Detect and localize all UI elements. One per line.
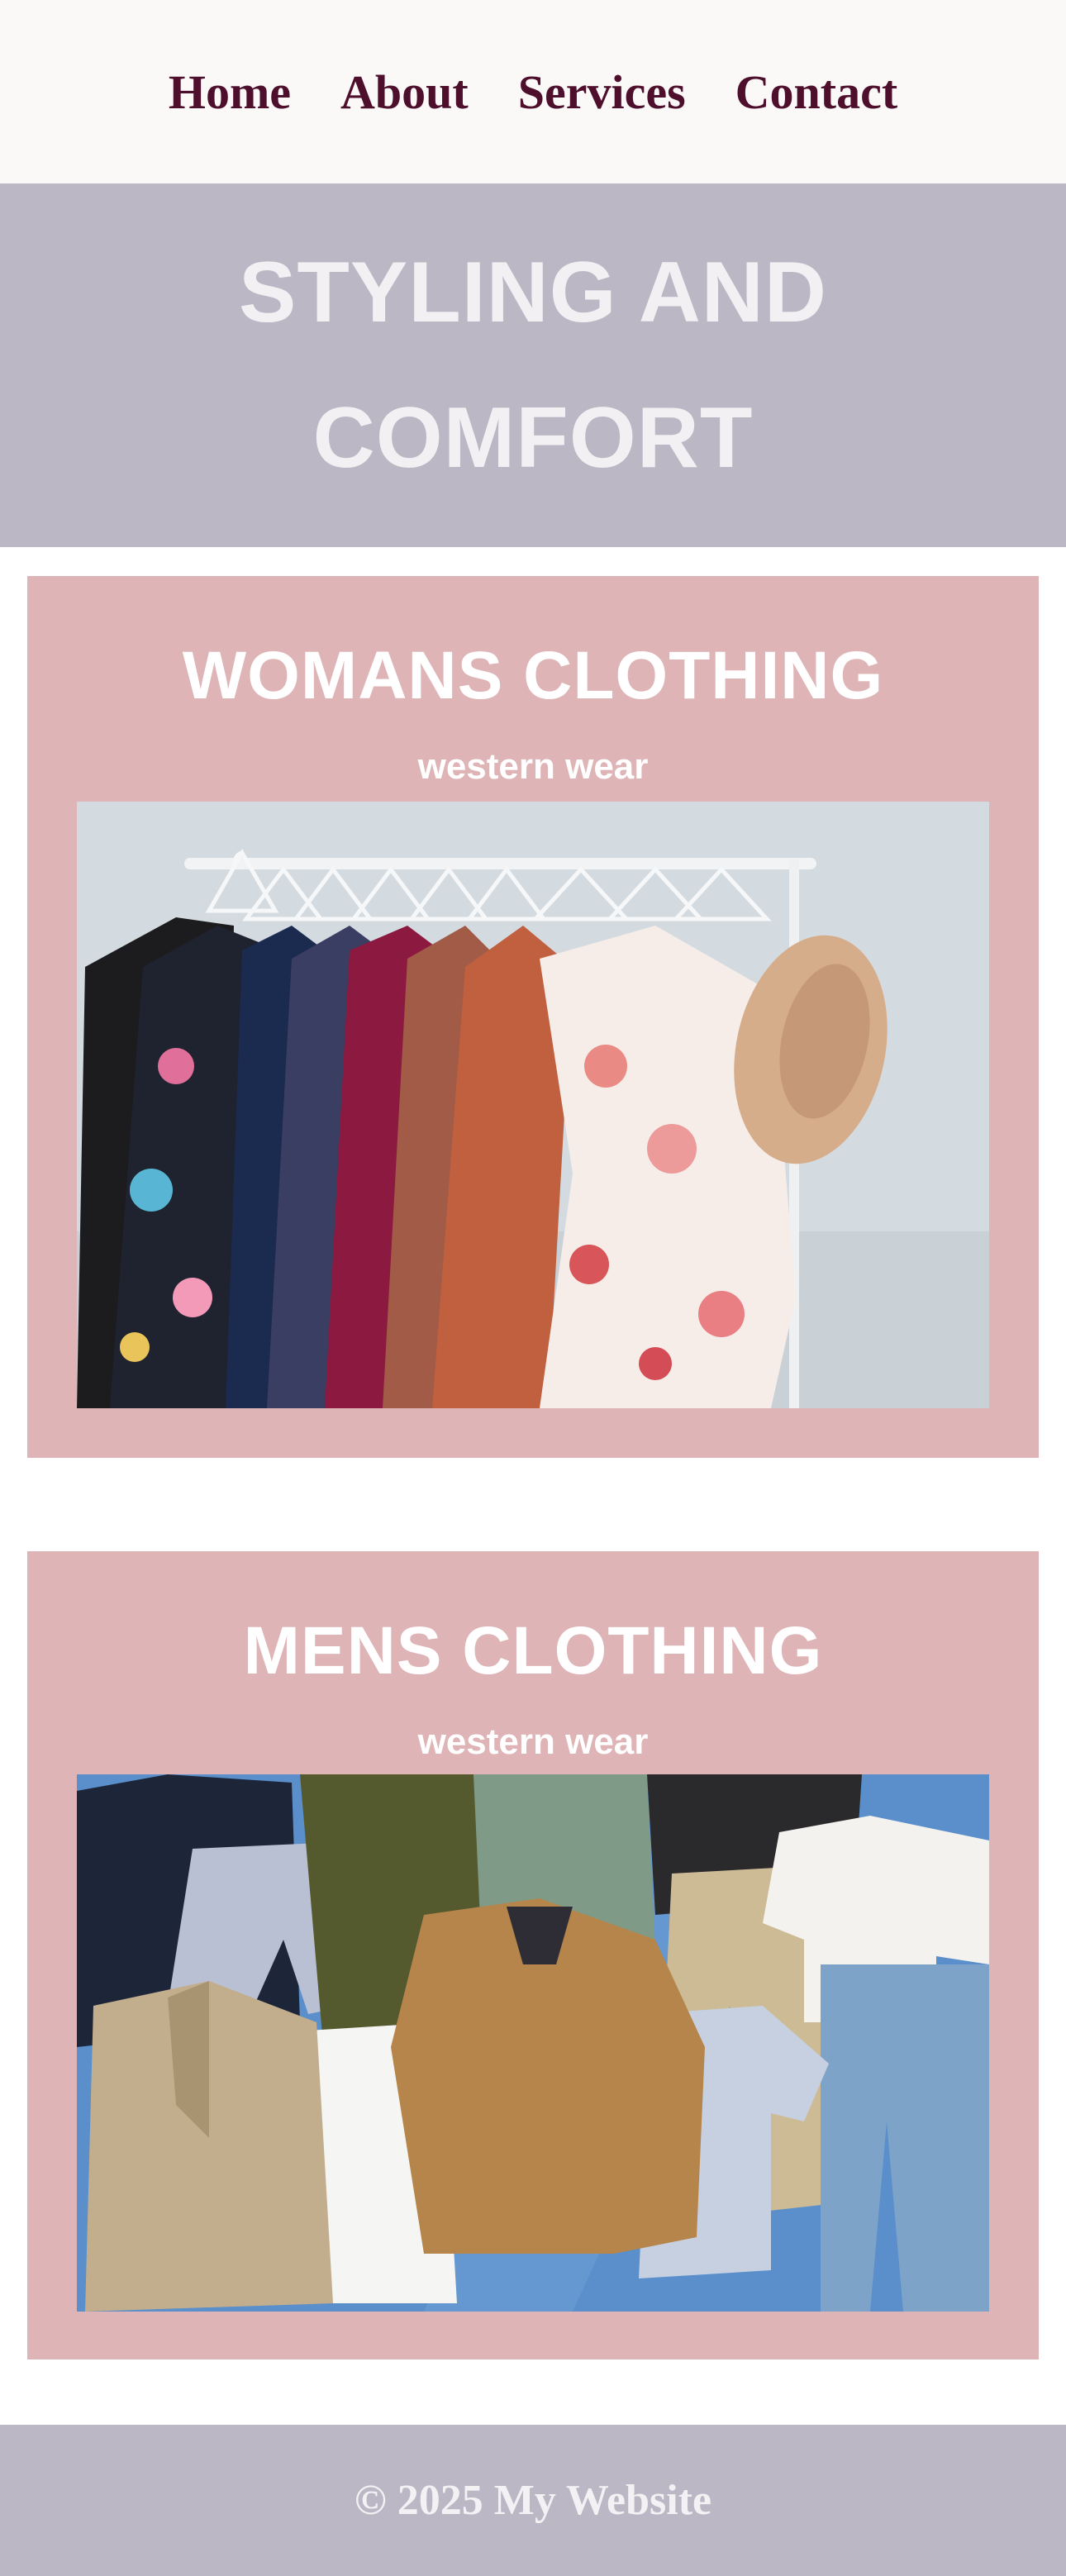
mens-card-title: MENS CLOTHING — [243, 1613, 823, 1688]
site-footer: © 2025 My Website — [0, 2425, 1066, 2576]
nav-link-contact[interactable]: Contact — [735, 64, 898, 120]
hero-banner: STYLING AND COMFORT — [0, 183, 1066, 547]
womens-clothing-image — [77, 802, 989, 1408]
top-nav: Home About Services Contact — [0, 0, 1066, 183]
mens-card-subtitle: western wear — [417, 1721, 649, 1762]
mens-clothing-image — [77, 1774, 989, 2312]
nav-link-about[interactable]: About — [340, 64, 469, 120]
nav-link-home[interactable]: Home — [169, 64, 291, 120]
womens-clothing-card: WOMANS CLOTHING western wear — [27, 576, 1039, 1458]
hero-title: STYLING AND COMFORT — [238, 245, 828, 486]
womens-card-subtitle: western wear — [417, 746, 649, 787]
nav-link-services[interactable]: Services — [518, 64, 686, 120]
footer-copyright: © 2025 My Website — [354, 2477, 712, 2524]
womens-card-title: WOMANS CLOTHING — [182, 638, 884, 713]
mens-clothing-card: MENS CLOTHING western wear — [27, 1551, 1039, 2359]
